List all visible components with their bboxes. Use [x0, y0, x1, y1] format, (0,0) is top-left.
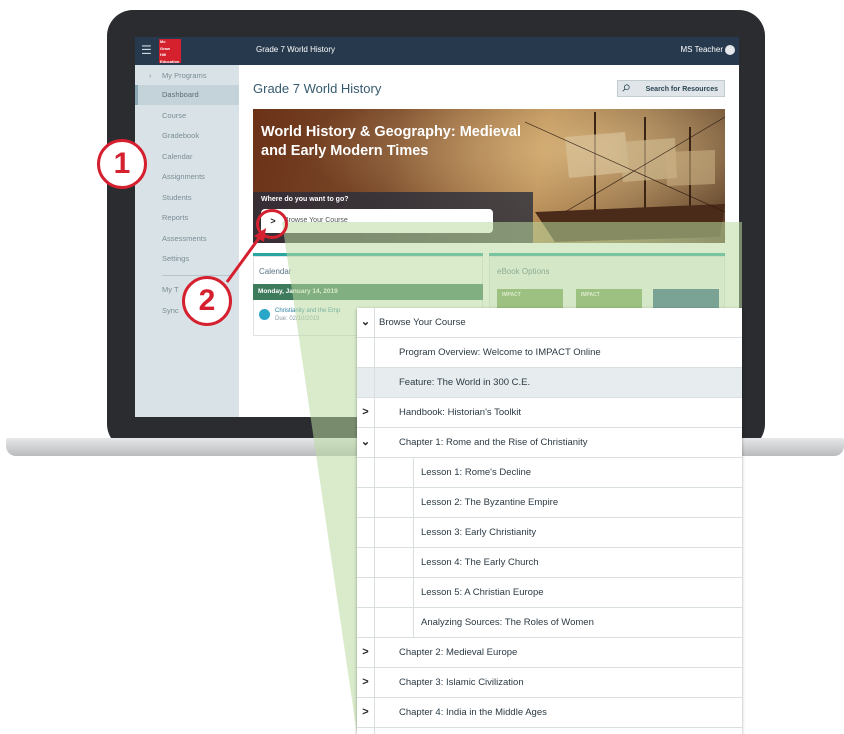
- menu-item-selected[interactable]: Feature: The World in 300 C.E.: [357, 368, 742, 398]
- lesson-item[interactable]: Lesson 3: Early Christianity: [357, 518, 742, 548]
- top-bar: ☰ Mc Graw Hill Education Grade 7 World Hist…: [135, 37, 739, 65]
- avatar[interactable]: [725, 45, 735, 55]
- lesson-item[interactable]: Analyzing Sources: The Roles of Women: [357, 608, 742, 638]
- callout-number-1: 1: [97, 139, 147, 189]
- course-title: World History & Geography: Medieval and E…: [261, 124, 521, 159]
- calendar-date: Monday, January 14, 2019: [258, 288, 338, 295]
- sidebar-item-students[interactable]: Students: [135, 188, 239, 208]
- chevron-right-icon[interactable]: >: [357, 638, 375, 667]
- browse-course-label: Browse Your Course: [284, 217, 348, 224]
- user-name[interactable]: MS Teacher: [680, 45, 723, 54]
- menu-item[interactable]: Program Overview: Welcome to IMPACT Onli…: [357, 338, 742, 368]
- sidebar-item-gradebook[interactable]: Gradebook: [135, 126, 239, 146]
- menu-item[interactable]: [357, 728, 742, 734]
- search-resources-button[interactable]: Search for Resources: [617, 80, 725, 97]
- sidebar-item-assignments[interactable]: Assignments: [135, 167, 239, 187]
- window-title: Grade 7 World History: [256, 45, 335, 54]
- sidebar-item-reports[interactable]: Reports: [135, 208, 239, 228]
- sidebar-item-dashboard[interactable]: Dashboard: [135, 85, 239, 105]
- chevron-right-icon[interactable]: >: [357, 698, 375, 727]
- sidebar-item-course[interactable]: Course: [135, 106, 239, 126]
- chevron-down-icon[interactable]: ⌄: [357, 308, 375, 337]
- sidebar-back-link[interactable]: ‹ My Programs: [135, 66, 239, 86]
- browse-course-menu: ⌄ Browse Your Course Program Overview: W…: [357, 308, 742, 734]
- menu-item[interactable]: > Chapter 3: Islamic Civilization: [357, 668, 742, 698]
- chevron-down-icon[interactable]: ⌄: [357, 428, 375, 457]
- navigation-prompt: Where do you want to go?: [261, 196, 349, 203]
- publisher-logo: Mc Graw Hill Education: [159, 39, 181, 64]
- sidebar-item-calendar[interactable]: Calendar: [135, 147, 239, 167]
- lesson-item[interactable]: Lesson 2: The Byzantine Empire: [357, 488, 742, 518]
- callout-arrow: [225, 228, 266, 283]
- chevron-left-icon: ‹: [149, 71, 152, 80]
- menu-item[interactable]: > Chapter 2: Medieval Europe: [357, 638, 742, 668]
- menu-item[interactable]: > Handbook: Historian's Toolkit: [357, 398, 742, 428]
- menu-item[interactable]: > Chapter 4: India in the Middle Ages: [357, 698, 742, 728]
- callout-number-2: 2: [182, 276, 232, 326]
- search-icon: [622, 84, 630, 92]
- ebook-title: eBook Options: [497, 267, 550, 276]
- assignment-icon: [259, 309, 270, 320]
- calendar-event-due: Due: 02/10/2019: [275, 316, 320, 322]
- calendar-event-link[interactable]: Christianity and the Emp: [275, 307, 340, 315]
- menu-icon[interactable]: ☰: [141, 43, 153, 57]
- lesson-item[interactable]: Lesson 4: The Early Church: [357, 548, 742, 578]
- chevron-right-icon[interactable]: >: [357, 398, 375, 427]
- page-title: Grade 7 World History: [253, 81, 382, 96]
- menu-item-expanded[interactable]: ⌄ Chapter 1: Rome and the Rise of Christ…: [357, 428, 742, 458]
- menu-header[interactable]: ⌄ Browse Your Course: [357, 308, 742, 338]
- chevron-right-icon[interactable]: >: [357, 668, 375, 697]
- lesson-item[interactable]: Lesson 1: Rome's Decline: [357, 458, 742, 488]
- lesson-item[interactable]: Lesson 5: A Christian Europe: [357, 578, 742, 608]
